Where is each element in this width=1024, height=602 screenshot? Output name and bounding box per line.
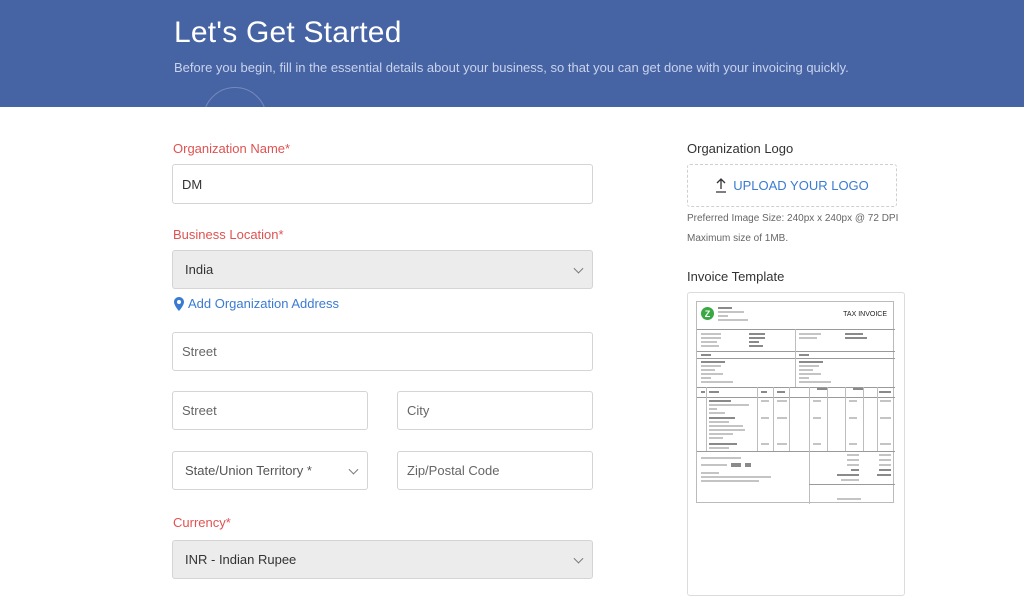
logo-size-hint: Preferred Image Size: 240px x 240px @ 72…: [687, 213, 899, 224]
currency-value: INR - Indian Rupee: [185, 552, 297, 567]
chevron-down-icon: [573, 553, 584, 564]
upload-logo-label: UPLOAD YOUR LOGO: [733, 178, 869, 193]
city-input[interactable]: City: [397, 391, 593, 430]
business-location-label: Business Location*: [173, 227, 284, 242]
invoice-template-label: Invoice Template: [687, 269, 785, 284]
logo-max-size-hint: Maximum size of 1MB.: [687, 233, 789, 244]
chevron-down-icon: [573, 263, 584, 274]
header-decoration: [203, 87, 267, 107]
add-organization-address-label: Add Organization Address: [188, 296, 340, 311]
invoice-template-preview[interactable]: Z TAX INVOICE: [687, 292, 905, 596]
page-subtitle: Before you begin, fill in the essential …: [174, 60, 849, 75]
state-select[interactable]: State/Union Territory *: [172, 451, 368, 490]
currency-label: Currency*: [173, 515, 231, 530]
invoice-preview-logo: Z: [701, 307, 714, 320]
page-header: Let's Get Started Before you begin, fill…: [0, 0, 1024, 107]
state-placeholder: State/Union Territory *: [185, 463, 312, 478]
organization-name-input[interactable]: DM: [172, 164, 593, 204]
invoice-preview-title: TAX INVOICE: [843, 311, 887, 318]
invoice-preview-document: Z TAX INVOICE: [696, 301, 895, 504]
organization-logo-label: Organization Logo: [687, 141, 794, 156]
add-organization-address-link[interactable]: Add Organization Address: [174, 296, 339, 311]
street-1-input[interactable]: Street: [172, 332, 593, 371]
location-pin-icon: [174, 296, 184, 311]
upload-logo-button[interactable]: UPLOAD YOUR LOGO: [687, 164, 897, 207]
organization-name-label: Organization Name*: [173, 141, 291, 156]
page-title: Let's Get Started: [174, 16, 402, 49]
upload-icon: [716, 178, 727, 193]
currency-select[interactable]: INR - Indian Rupee: [172, 540, 593, 579]
zip-postal-code-input[interactable]: Zip/Postal Code: [397, 451, 593, 490]
business-location-value: India: [185, 262, 214, 277]
street-2-input[interactable]: Street: [172, 391, 368, 430]
business-location-select[interactable]: India: [172, 250, 593, 289]
chevron-down-icon: [348, 464, 359, 475]
